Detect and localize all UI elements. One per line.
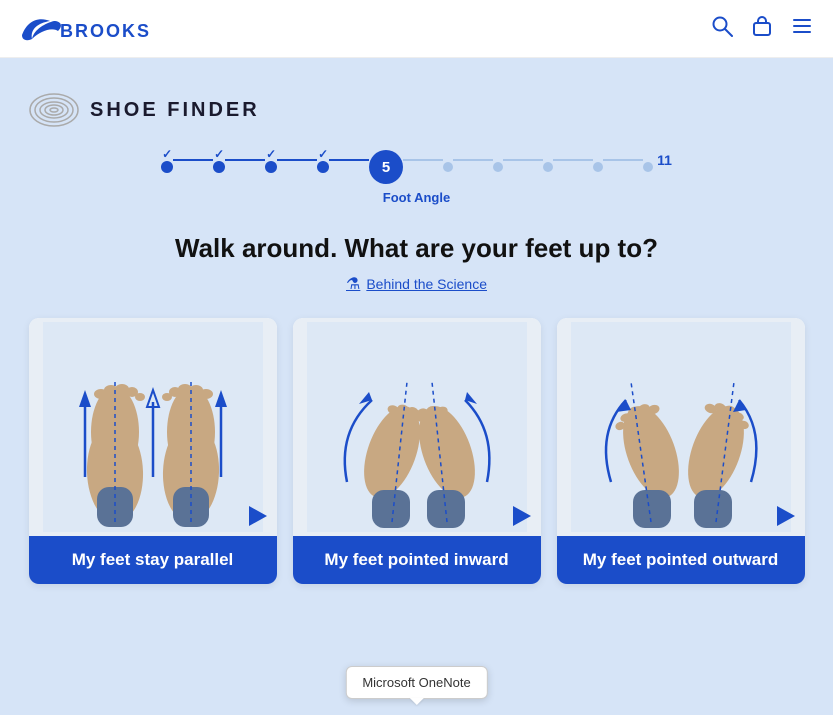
logo: BROOKS: [20, 13, 150, 45]
shoe-finder-title: SHOE FINDER: [90, 99, 260, 122]
card-inward-label: My feet pointed inward: [293, 536, 541, 584]
card-outward[interactable]: My feet pointed outward: [557, 318, 805, 584]
question-section: Walk around. What are your feet up to? ⚗…: [0, 215, 833, 308]
step-label: Foot Angle: [383, 190, 450, 205]
step-7: [493, 148, 503, 172]
step-4: ✓: [317, 147, 329, 173]
card-parallel-label: My feet stay parallel: [29, 536, 277, 584]
card-parallel-image: [29, 318, 277, 536]
step-8: [543, 148, 553, 172]
step-1: ✓: [161, 147, 173, 173]
play-button-inward[interactable]: [513, 506, 531, 526]
step-10: [643, 148, 653, 172]
outward-feet-illustration: [571, 322, 791, 532]
header-icons: [711, 15, 813, 43]
flask-icon: ⚗: [346, 274, 360, 294]
progress-bar: ✓ ✓ ✓ ✓ 5: [0, 136, 833, 205]
parallel-feet-illustration: [43, 322, 263, 532]
card-inward[interactable]: My feet pointed inward: [293, 318, 541, 584]
tooltip-popup: Microsoft OneNote: [345, 666, 487, 699]
step-3: ✓: [265, 147, 277, 173]
brooks-logo: BROOKS: [20, 13, 150, 45]
play-button-outward[interactable]: [777, 506, 795, 526]
bag-icon[interactable]: [751, 15, 773, 43]
cards-container: My feet stay parallel: [0, 308, 833, 594]
header: BROOKS: [0, 0, 833, 58]
tooltip-text: Microsoft OneNote: [362, 675, 470, 690]
inward-feet-illustration: [307, 322, 527, 532]
total-steps: 11: [657, 152, 672, 168]
main-content: SHOE FINDER ✓ ✓ ✓ ✓: [0, 58, 833, 715]
step-6: [443, 148, 453, 172]
science-link[interactable]: ⚗ Behind the Science: [346, 274, 487, 294]
card-inward-image: [293, 318, 541, 536]
menu-icon[interactable]: [791, 15, 813, 43]
play-button-parallel[interactable]: [249, 506, 267, 526]
card-parallel[interactable]: My feet stay parallel: [29, 318, 277, 584]
step-9: [593, 148, 603, 172]
card-outward-label: My feet pointed outward: [557, 536, 805, 584]
question-title: Walk around. What are your feet up to?: [20, 233, 813, 264]
search-icon[interactable]: [711, 15, 733, 43]
fingerprint-icon: [28, 92, 80, 128]
step-2: ✓: [213, 147, 225, 173]
card-outward-image: [557, 318, 805, 536]
step-5-active: 5: [369, 136, 403, 184]
svg-text:BROOKS: BROOKS: [60, 21, 150, 41]
